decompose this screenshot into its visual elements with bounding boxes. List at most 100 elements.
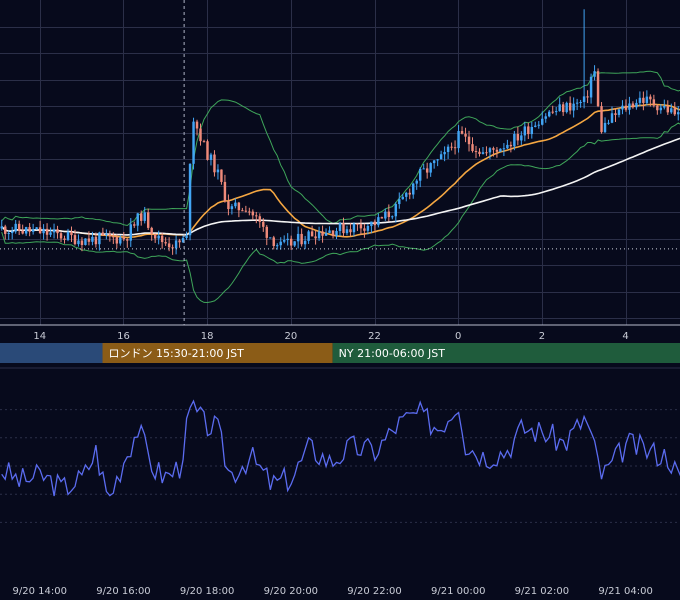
candle-body — [534, 125, 537, 127]
candle-body — [87, 238, 91, 242]
candle-body — [237, 202, 241, 211]
candle-body — [502, 148, 506, 150]
candle-body — [621, 105, 624, 110]
candle-body — [460, 131, 464, 134]
candle-body — [101, 232, 105, 236]
candle-body — [670, 108, 673, 113]
candle-body — [527, 126, 530, 135]
candle-body — [115, 237, 119, 244]
oscillator-x-tick-label: 9/21 00:00 — [431, 586, 485, 597]
candle-body — [356, 223, 359, 225]
candle-body — [457, 131, 460, 149]
candle-body — [432, 160, 436, 164]
candle-body — [349, 229, 352, 233]
candle-body — [513, 133, 516, 147]
candle-body — [42, 228, 45, 234]
candle-body — [241, 210, 244, 212]
candle-body — [579, 102, 582, 104]
candle-body — [185, 235, 188, 239]
candle-body — [614, 113, 617, 115]
candle-body — [289, 238, 293, 246]
candle-body — [666, 106, 670, 113]
candle-body — [66, 231, 70, 240]
candle-body — [310, 231, 314, 237]
candle-body — [24, 227, 28, 234]
oscillator-x-tick-label: 9/20 20:00 — [264, 586, 318, 597]
x-tick-label: 4 — [622, 331, 628, 342]
candle-body — [133, 224, 136, 226]
candle-body — [439, 154, 443, 160]
candle-body — [436, 159, 439, 161]
candle-body — [258, 216, 262, 222]
candle-body — [188, 163, 192, 236]
candle-body — [314, 236, 317, 239]
candle-body — [656, 105, 659, 111]
candle-body — [628, 103, 631, 110]
candle-body — [328, 230, 331, 233]
x-tick-label: 22 — [368, 331, 381, 342]
candle-body — [317, 231, 321, 239]
candle-body — [77, 240, 80, 245]
candle-body — [230, 206, 234, 210]
candle-body — [478, 151, 481, 154]
candle-body — [140, 213, 143, 221]
candle-body — [509, 144, 513, 147]
candle-body — [220, 169, 223, 182]
candle-body — [14, 223, 17, 232]
candle-body — [607, 122, 610, 124]
candle-body — [342, 223, 345, 234]
candle-body — [418, 168, 422, 181]
candle-body — [174, 240, 178, 249]
candle-body — [255, 215, 258, 217]
candle-body — [73, 235, 77, 245]
x-tick-label: 20 — [284, 331, 297, 342]
candle-body — [251, 211, 255, 216]
candle-body — [321, 231, 324, 236]
candle-body — [167, 243, 171, 248]
candle-body — [213, 154, 216, 173]
x-tick-label: 14 — [33, 331, 46, 342]
oscillator-x-tick-label: 9/21 04:00 — [598, 586, 652, 597]
candle-body — [363, 228, 366, 231]
candle-body — [269, 237, 272, 239]
candle-body — [286, 238, 289, 241]
candle-body — [412, 183, 415, 195]
candle-body — [558, 104, 561, 112]
candle-body — [136, 213, 139, 226]
candle-body — [153, 234, 157, 239]
candle-body — [108, 233, 112, 237]
candle-body — [70, 231, 73, 236]
candle-body — [28, 227, 31, 232]
candle-body — [122, 237, 126, 240]
candle-body — [216, 169, 220, 173]
candle-body — [565, 102, 568, 113]
candle-body — [405, 192, 408, 197]
candle-body — [523, 126, 527, 136]
candle-body — [575, 102, 579, 104]
candle-body — [589, 76, 593, 98]
candle-body — [293, 241, 296, 246]
x-tick-label: 0 — [455, 331, 461, 342]
candle-body — [380, 217, 384, 219]
candle-body — [178, 240, 181, 243]
candle-body — [59, 233, 63, 239]
candle-body — [443, 151, 446, 155]
candle-body — [464, 133, 467, 137]
session-label: ロンドン 15:30-21:00 JST — [109, 347, 245, 360]
candle-body — [398, 199, 401, 205]
candle-body — [446, 146, 450, 152]
candle-body — [516, 133, 520, 141]
x-tick-label: 16 — [117, 331, 130, 342]
candle-body — [600, 106, 603, 133]
candle-body — [0, 226, 3, 229]
candle-body — [544, 116, 547, 119]
candle-body — [98, 232, 101, 245]
candle-body — [481, 152, 485, 154]
candle-body — [652, 99, 656, 106]
candle-body — [206, 141, 209, 160]
candle-body — [63, 238, 66, 240]
market-session-bar: ロンドン 15:30-21:00 JST NY 21:00-06:00 JST — [0, 343, 680, 363]
oscillator-x-tick-label: 9/20 22:00 — [347, 586, 401, 597]
candle-body — [467, 136, 471, 145]
candle-body — [4, 226, 7, 234]
